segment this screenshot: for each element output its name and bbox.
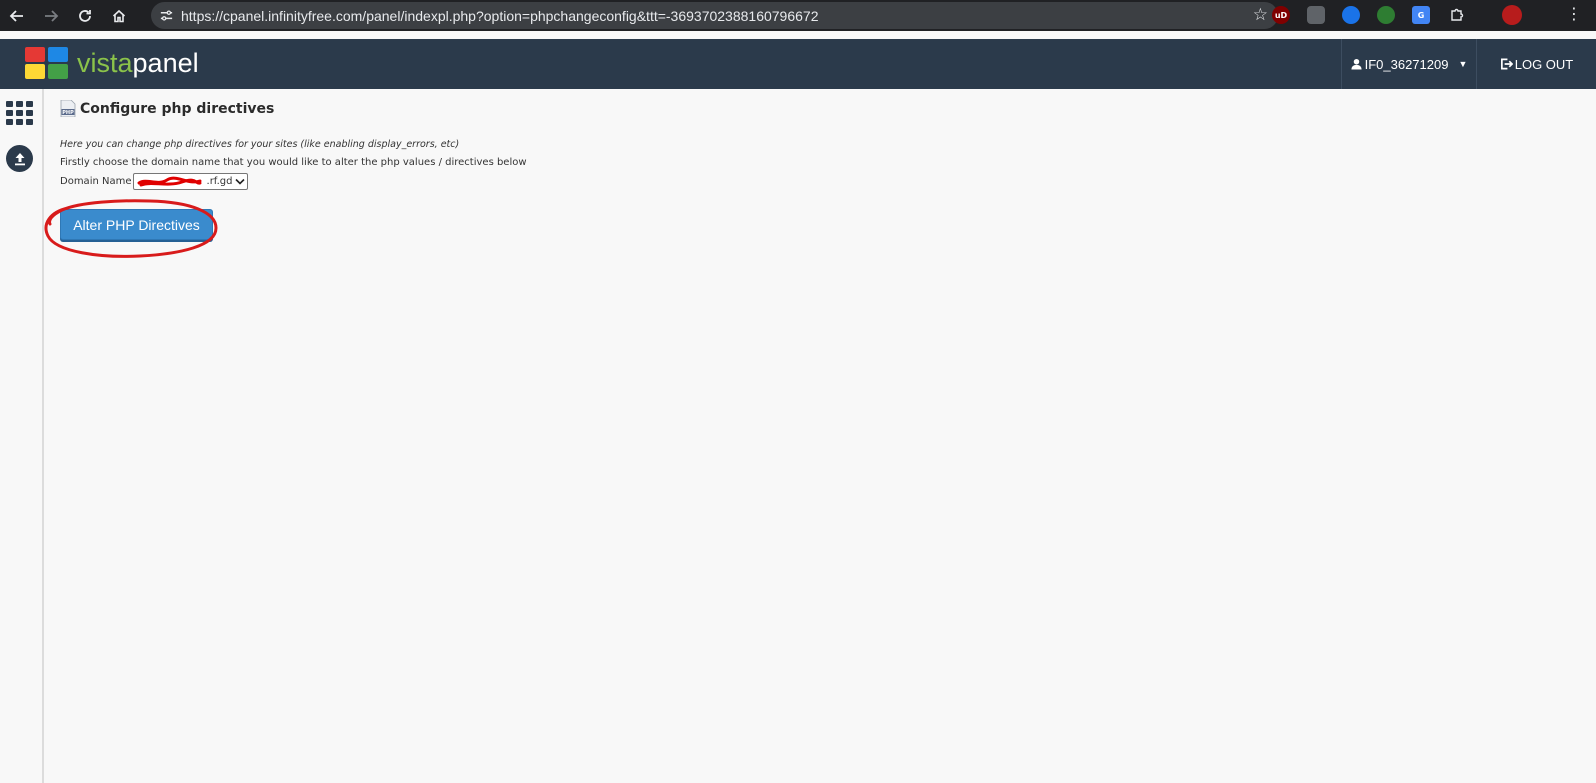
username-label: IF0_36271209 <box>1364 56 1449 72</box>
translate-extension-icon[interactable]: G <box>1412 6 1430 24</box>
page-title-text: Configure php directives <box>80 100 275 117</box>
browser-toolbar: https://cpanel.infinityfree.com/panel/in… <box>0 0 1596 31</box>
tune-icon <box>160 10 172 21</box>
globe-extension-icon[interactable] <box>1377 6 1395 24</box>
svg-text:PHP: PHP <box>62 110 74 116</box>
domain-selected-value: .rf.gd <box>206 176 233 187</box>
ublock-extension-icon[interactable]: uD <box>1272 6 1290 24</box>
upload-icon[interactable] <box>6 145 33 172</box>
back-button[interactable] <box>0 0 34 31</box>
site-info-button[interactable] <box>151 2 181 29</box>
upload-arrow-icon <box>14 152 25 165</box>
apps-grid-icon[interactable] <box>6 101 34 125</box>
caret-down-icon: ▼ <box>1458 59 1468 69</box>
reload-icon <box>79 9 91 22</box>
description-italic: Here you can change php directives for y… <box>60 139 460 150</box>
home-icon <box>112 9 126 22</box>
bookmark-star-icon[interactable]: ☆ <box>1253 7 1268 24</box>
url-text[interactable]: https://cpanel.infinityfree.com/panel/in… <box>181 8 819 24</box>
logo-panel-text: panel <box>132 48 199 78</box>
redaction-scribble <box>137 176 202 187</box>
more-menu-icon[interactable]: ⋮ <box>1566 5 1582 23</box>
logout-button[interactable]: LOG OUT <box>1476 39 1596 89</box>
profile-avatar-icon[interactable] <box>1502 5 1522 25</box>
page-title: PHP Configure php directives <box>60 100 274 117</box>
vistapanel-header: vistapanel IF0_36271209 ▼ LOG OUT <box>0 39 1596 89</box>
php-file-icon: PHP <box>60 100 76 117</box>
puzzle-icon <box>1451 8 1464 21</box>
translate-label: G <box>1417 10 1425 20</box>
sign-out-icon <box>1500 58 1513 70</box>
puzzle-extension-icon[interactable] <box>1448 6 1466 24</box>
forward-button[interactable] <box>34 0 68 31</box>
logo-squares-icon <box>25 47 69 79</box>
reload-button[interactable] <box>68 0 102 31</box>
left-sidebar <box>0 89 44 783</box>
domain-name-select[interactable]: .rf.gd <box>133 173 249 190</box>
shazam-extension-icon[interactable] <box>1342 6 1360 24</box>
user-icon <box>1351 58 1362 70</box>
arrow-left-icon <box>9 9 23 22</box>
chevron-down-icon <box>235 178 246 185</box>
alter-php-directives-button[interactable]: Alter PHP Directives <box>60 209 213 240</box>
logo-vista-text: vista <box>77 48 133 78</box>
description-text: Firstly choose the domain name that you … <box>60 157 527 168</box>
vistapanel-logo[interactable]: vistapanel <box>25 47 199 79</box>
domain-name-label: Domain Name <box>60 176 132 187</box>
user-menu-dropdown[interactable]: IF0_36271209 ▼ <box>1341 39 1476 89</box>
domain-row: Domain Name .rf.gd <box>60 173 249 190</box>
logo-text: vistapanel <box>77 47 199 79</box>
arrow-right-icon <box>45 9 59 22</box>
logout-label: LOG OUT <box>1514 56 1574 72</box>
address-bar[interactable]: https://cpanel.infinityfree.com/panel/in… <box>151 2 1278 29</box>
home-button[interactable] <box>102 0 136 31</box>
ublock-label: uD <box>1274 10 1288 20</box>
shield-extension-icon[interactable] <box>1307 6 1325 24</box>
